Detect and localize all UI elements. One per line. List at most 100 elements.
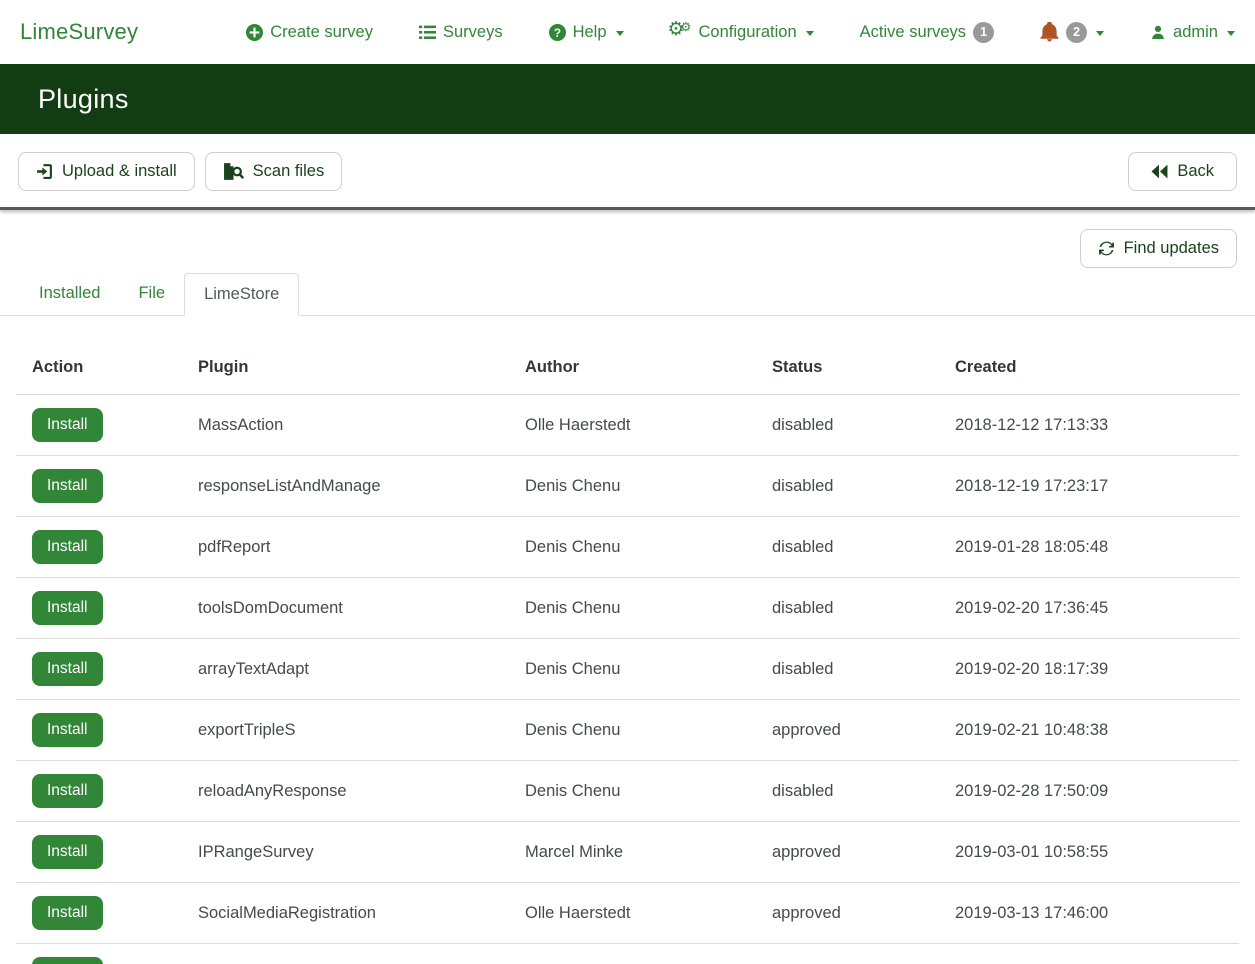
- scan-files-label: Scan files: [253, 162, 325, 181]
- install-button[interactable]: Install: [32, 713, 103, 747]
- active-surveys-badge: 1: [973, 22, 994, 43]
- chevron-down-icon: [1227, 31, 1235, 36]
- install-button[interactable]: Install: [32, 957, 103, 964]
- install-button[interactable]: Install: [32, 469, 103, 503]
- nav-configuration-label: Configuration: [699, 23, 797, 42]
- find-updates-row: Find updates: [0, 210, 1255, 268]
- back-label: Back: [1177, 162, 1214, 181]
- cell-created: 2019-03-13 17:46:00: [939, 883, 1239, 944]
- install-button[interactable]: Install: [32, 896, 103, 930]
- nav-help-label: Help: [573, 23, 607, 42]
- svg-text:?: ?: [554, 26, 561, 39]
- chevron-down-icon: [806, 31, 814, 36]
- cell-status: disabled: [756, 517, 939, 578]
- header-plugin: Plugin: [182, 348, 509, 395]
- plus-circle-icon: [246, 24, 263, 41]
- chevron-down-icon: [1096, 31, 1104, 36]
- plugin-table-body: Install MassAction Olle Haerstedt disabl…: [16, 395, 1239, 964]
- cell-status: disabled: [756, 639, 939, 700]
- tab-file[interactable]: File: [119, 273, 184, 315]
- cell-plugin: pdfReport: [182, 517, 509, 578]
- nav-notifications[interactable]: 2: [1040, 22, 1104, 43]
- install-button[interactable]: Install: [32, 530, 103, 564]
- cell-author: Denis Chenu: [509, 578, 756, 639]
- install-button[interactable]: Install: [32, 408, 103, 442]
- brand-logo[interactable]: LimeSurvey: [20, 19, 138, 45]
- nav-configuration[interactable]: ⚙⚙ Configuration: [670, 22, 814, 42]
- install-button[interactable]: Install: [32, 835, 103, 869]
- cell-plugin: exportTripleS: [182, 700, 509, 761]
- nav-surveys-label: Surveys: [443, 23, 503, 42]
- nav-admin[interactable]: admin: [1150, 23, 1235, 42]
- nav-active-surveys[interactable]: Active surveys 1: [860, 22, 994, 43]
- back-button[interactable]: Back: [1128, 152, 1237, 191]
- table-row: Install reloadAnyResponse Denis Chenu di…: [16, 761, 1239, 822]
- table-row: Install exportTripleS Denis Chenu approv…: [16, 700, 1239, 761]
- question-circle-icon: ?: [549, 24, 566, 41]
- user-icon: [1150, 24, 1166, 41]
- cell-status: approved: [756, 822, 939, 883]
- cell-author: Denis Chenu: [509, 700, 756, 761]
- cell-status: disabled: [756, 578, 939, 639]
- plugin-tabs: Installed File LimeStore: [0, 273, 1255, 316]
- install-button[interactable]: Install: [32, 591, 103, 625]
- install-button[interactable]: Install: [32, 652, 103, 686]
- cell-created: 2018-12-19 17:23:17: [939, 456, 1239, 517]
- table-row: Install pdfReport Denis Chenu disabled 2…: [16, 517, 1239, 578]
- cell-author: Denis Chenu: [509, 944, 756, 964]
- sign-in-icon: [36, 163, 53, 180]
- nav-help[interactable]: ? Help: [549, 23, 624, 42]
- nav-admin-label: admin: [1173, 23, 1218, 42]
- fast-backward-icon: [1151, 164, 1168, 179]
- cell-created: 2019-02-21 10:48:38: [939, 700, 1239, 761]
- cell-created: 2019-04-10 10:45:14: [939, 944, 1239, 964]
- cell-author: Denis Chenu: [509, 456, 756, 517]
- top-navbar: LimeSurvey Create survey Surveys ? Help …: [0, 0, 1255, 64]
- cell-status: approved: [756, 700, 939, 761]
- cell-status: disabled: [756, 395, 939, 456]
- cell-plugin: IPRangeSurvey: [182, 822, 509, 883]
- list-icon: [419, 25, 436, 40]
- cell-status: disabled: [756, 761, 939, 822]
- header-created: Created: [939, 348, 1239, 395]
- cell-plugin: MassAction: [182, 395, 509, 456]
- table-row: Install arrayTextAdapt Denis Chenu disab…: [16, 639, 1239, 700]
- nav-create-survey-label: Create survey: [270, 23, 373, 42]
- action-toolbar: Upload & install Scan files Back: [0, 134, 1255, 207]
- find-updates-button[interactable]: Find updates: [1080, 229, 1237, 268]
- scan-files-button[interactable]: Scan files: [205, 152, 343, 191]
- cell-author: Olle Haerstedt: [509, 883, 756, 944]
- cell-created: 2019-02-20 17:36:45: [939, 578, 1239, 639]
- page-title: Plugins: [38, 84, 129, 115]
- nav-active-surveys-label: Active surveys: [860, 23, 966, 42]
- cell-plugin: addScriptToQuestion: [182, 944, 509, 964]
- tab-limestore[interactable]: LimeStore: [184, 273, 299, 316]
- plugin-table-container: Action Plugin Author Status Created Inst…: [16, 348, 1239, 964]
- cell-created: 2018-12-12 17:13:33: [939, 395, 1239, 456]
- table-row: Install IPRangeSurvey Marcel Minke appro…: [16, 822, 1239, 883]
- cell-author: Denis Chenu: [509, 517, 756, 578]
- notifications-badge: 2: [1066, 22, 1087, 43]
- cell-created: 2019-02-28 17:50:09: [939, 761, 1239, 822]
- tab-installed[interactable]: Installed: [20, 273, 119, 315]
- cell-author: Marcel Minke: [509, 822, 756, 883]
- navbar-items: Create survey Surveys ? Help ⚙⚙ Configur…: [246, 22, 1235, 43]
- table-row: Install SocialMediaRegistration Olle Hae…: [16, 883, 1239, 944]
- upload-install-button[interactable]: Upload & install: [18, 152, 195, 191]
- cell-plugin: toolsDomDocument: [182, 578, 509, 639]
- chevron-down-icon: [616, 31, 624, 36]
- nav-surveys[interactable]: Surveys: [419, 23, 503, 42]
- page-header: Plugins: [0, 64, 1255, 134]
- cell-plugin: reloadAnyResponse: [182, 761, 509, 822]
- nav-create-survey[interactable]: Create survey: [246, 23, 373, 42]
- bell-icon: [1040, 22, 1059, 42]
- table-header-row: Action Plugin Author Status Created: [16, 348, 1239, 395]
- cell-status: disabled: [756, 456, 939, 517]
- install-button[interactable]: Install: [32, 774, 103, 808]
- cell-created: 2019-01-28 18:05:48: [939, 517, 1239, 578]
- header-action: Action: [16, 348, 182, 395]
- cell-author: Olle Haerstedt: [509, 395, 756, 456]
- gears-icon: ⚙⚙: [670, 22, 692, 42]
- table-row: Install addScriptToQuestion Denis Chenu …: [16, 944, 1239, 964]
- cell-status: approved: [756, 944, 939, 964]
